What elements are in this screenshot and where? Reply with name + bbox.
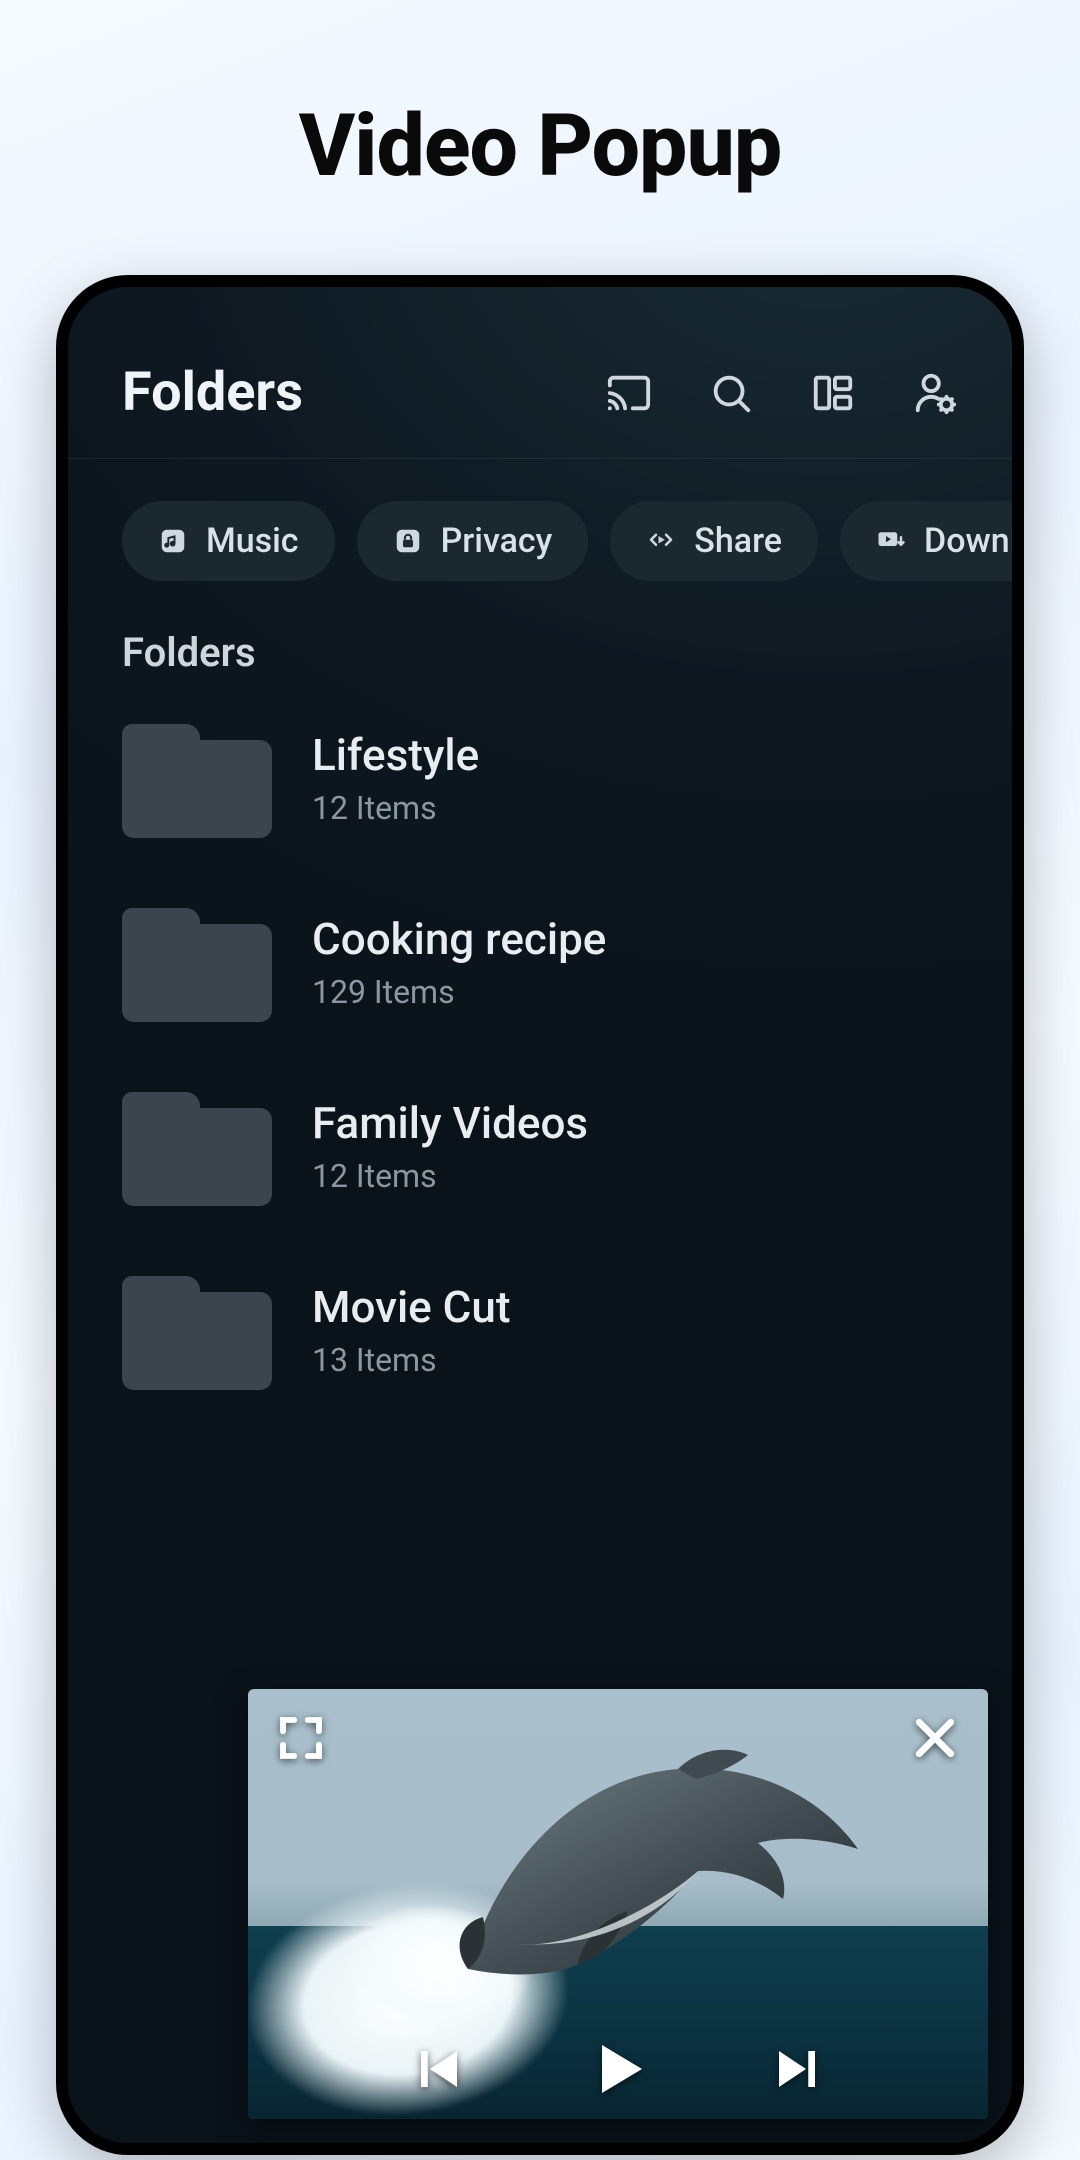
chip-label: Downloade <box>924 521 1012 561</box>
folder-row[interactable]: Movie Cut 13 Items <box>122 1238 958 1422</box>
next-icon[interactable] <box>770 2042 824 2096</box>
header-title: Folders <box>122 361 606 424</box>
header-actions <box>606 370 958 416</box>
share-icon <box>646 526 676 556</box>
layout-icon[interactable] <box>810 370 856 416</box>
folder-icon <box>122 718 272 838</box>
previous-icon[interactable] <box>412 2042 466 2096</box>
folder-list[interactable]: Lifestyle 12 Items Cooking recipe 129 It… <box>68 686 1012 1422</box>
section-label-folders: Folders <box>68 611 1012 686</box>
folder-name: Movie Cut <box>312 1281 511 1333</box>
folder-row[interactable]: Family Videos 12 Items <box>122 1054 958 1238</box>
page-title: Video Popup <box>0 0 1080 196</box>
chip-label: Music <box>206 521 299 561</box>
chip-music[interactable]: Music <box>122 501 335 581</box>
filter-chips[interactable]: Music Privacy Share Downloade <box>68 459 1012 611</box>
music-icon <box>158 526 188 556</box>
folder-icon <box>122 902 272 1022</box>
folder-name: Family Videos <box>312 1097 588 1149</box>
lock-icon <box>393 526 423 556</box>
folder-count: 12 Items <box>312 789 479 827</box>
folder-name: Lifestyle <box>312 729 479 781</box>
folder-name: Cooking recipe <box>312 913 606 965</box>
chip-label: Share <box>694 521 782 561</box>
app-header: Folders <box>68 287 1012 459</box>
folder-icon <box>122 1086 272 1206</box>
app-screen: Folders Music <box>68 287 1012 2143</box>
folder-count: 12 Items <box>312 1157 588 1195</box>
close-icon[interactable] <box>908 1711 962 1765</box>
folder-icon <box>122 1270 272 1390</box>
play-icon[interactable] <box>586 2037 650 2101</box>
chip-label: Privacy <box>441 521 553 561</box>
cast-icon[interactable] <box>606 370 652 416</box>
chip-privacy[interactable]: Privacy <box>357 501 589 581</box>
folder-count: 13 Items <box>312 1341 511 1379</box>
phone-frame: Folders Music <box>56 275 1024 2155</box>
video-popup[interactable] <box>248 1689 988 2119</box>
folder-row[interactable]: Lifestyle 12 Items <box>122 686 958 870</box>
folder-count: 129 Items <box>312 973 606 1011</box>
fullscreen-icon[interactable] <box>274 1711 328 1765</box>
chip-share[interactable]: Share <box>610 501 818 581</box>
download-icon <box>876 526 906 556</box>
folder-row[interactable]: Cooking recipe 129 Items <box>122 870 958 1054</box>
search-icon[interactable] <box>708 370 754 416</box>
account-settings-icon[interactable] <box>912 370 958 416</box>
chip-downloader[interactable]: Downloade <box>840 501 1012 581</box>
